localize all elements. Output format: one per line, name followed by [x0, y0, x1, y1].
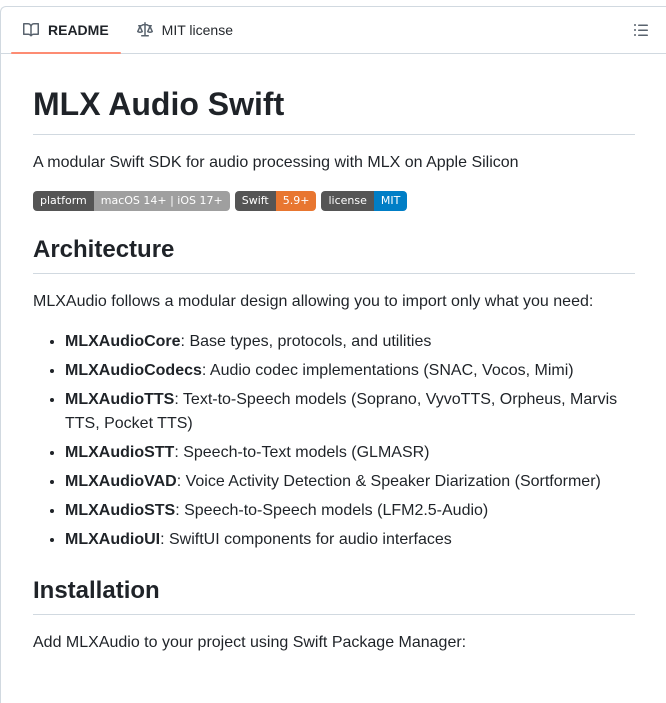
list-item: MLXAudioVAD: Voice Activity Detection & …: [65, 470, 635, 494]
list-item: MLXAudioUI: SwiftUI components for audio…: [65, 528, 635, 552]
module-name: MLXAudioSTS: [65, 502, 176, 519]
list-item: MLXAudioCore: Base types, protocols, and…: [65, 330, 635, 354]
module-name: MLXAudioCodecs: [65, 362, 202, 379]
platform-badge[interactable]: platform macOS 14+ | iOS 17+: [33, 191, 230, 211]
installation-heading: Installation: [33, 576, 635, 615]
module-name: MLXAudioTTS: [65, 391, 175, 408]
swift-badge-label: Swift: [234, 191, 276, 211]
swift-badge[interactable]: Swift 5.9+: [234, 191, 317, 211]
badge-row: platform macOS 14+ | iOS 17+ Swift 5.9+ …: [33, 191, 635, 211]
markdown-body: MLX Audio Swift A modular Swift SDK for …: [1, 54, 666, 703]
module-desc: : Audio codec implementations (SNAC, Voc…: [201, 362, 574, 379]
platform-badge-label: platform: [33, 191, 94, 211]
list-unordered-icon: [633, 22, 649, 38]
list-item: MLXAudioTTS: Text-to-Speech models (Sopr…: [65, 388, 635, 436]
law-scales-icon: [136, 22, 153, 38]
module-desc: : Speech-to-Speech models (LFM2.5-Audio): [175, 502, 489, 519]
outline-button[interactable]: [627, 16, 655, 44]
readme-tabbar: README MIT license: [1, 7, 666, 54]
project-description: A modular Swift SDK for audio processing…: [33, 154, 519, 171]
module-desc: : Voice Activity Detection & Speaker Dia…: [176, 473, 601, 490]
installation-intro: Add MLXAudio to your project using Swift…: [33, 634, 467, 651]
module-desc: : Speech-to-Text models (GLMASR): [174, 444, 430, 461]
module-desc: : Base types, protocols, and utilities: [180, 333, 432, 350]
list-item: MLXAudioCodecs: Audio codec implementati…: [65, 359, 635, 383]
book-icon: [23, 22, 39, 38]
list-item: MLXAudioSTT: Speech-to-Text models (GLMA…: [65, 441, 635, 465]
module-name: MLXAudioSTT: [65, 444, 175, 461]
platform-badge-value: macOS 14+ | iOS 17+: [93, 191, 230, 211]
active-tab-underline: [11, 52, 121, 54]
license-badge-label: license: [321, 191, 374, 211]
page-title: MLX Audio Swift: [33, 84, 635, 135]
module-list: MLXAudioCore: Base types, protocols, and…: [33, 330, 635, 552]
tab-readme[interactable]: README: [9, 7, 123, 54]
tab-readme-label: README: [48, 22, 109, 38]
license-badge-value: MIT: [373, 191, 408, 211]
module-name: MLXAudioVAD: [65, 473, 177, 490]
tab-mit-license[interactable]: MIT license: [123, 7, 247, 53]
list-item: MLXAudioSTS: Speech-to-Speech models (LF…: [65, 499, 635, 523]
architecture-heading: Architecture: [33, 235, 635, 274]
swift-badge-value: 5.9+: [275, 191, 317, 211]
tab-license-label: MIT license: [161, 22, 233, 38]
module-name: MLXAudioCore: [65, 333, 181, 350]
module-name: MLXAudioUI: [65, 531, 161, 548]
license-badge[interactable]: license MIT: [321, 191, 408, 211]
module-desc: : SwiftUI components for audio interface…: [160, 531, 452, 548]
readme-card: README MIT license MLX Audio Swift A mod…: [0, 6, 666, 703]
architecture-intro: MLXAudio follows a modular design allowi…: [33, 293, 594, 310]
